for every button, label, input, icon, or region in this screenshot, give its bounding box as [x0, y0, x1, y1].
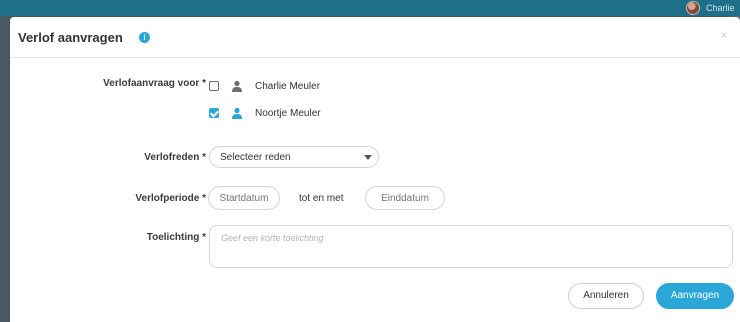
explanation-textarea[interactable]: Geef een korte toelichting [209, 225, 733, 268]
explanation-placeholder: Geef een korte toelichting [221, 233, 324, 243]
cancel-button[interactable]: Annuleren [568, 283, 644, 309]
checkbox-noortje-meuler[interactable] [209, 108, 219, 118]
explanation-label: Toelichting * [146, 232, 206, 243]
avatar[interactable] [686, 1, 700, 15]
start-date-input[interactable] [208, 186, 280, 210]
modal-title: Verlof aanvragen [18, 30, 123, 45]
person-name-noortje[interactable]: Noortje Meuler [255, 108, 321, 119]
app-topbar [0, 0, 740, 16]
reason-select[interactable]: Selecteer reden [209, 146, 379, 168]
user-name[interactable]: Charlie [706, 3, 735, 13]
info-icon[interactable]: i [139, 32, 150, 43]
user-menu[interactable]: Charlie [680, 0, 740, 16]
modal-header: Verlof aanvragen i × [10, 17, 740, 58]
reason-label: Verlofreden * [144, 152, 206, 163]
caret-down-icon [364, 155, 372, 160]
submit-button[interactable]: Aanvragen [656, 283, 734, 309]
leave-request-modal: Verlof aanvragen i × Verlofaanvraag voor… [10, 17, 740, 322]
person-name-charlie[interactable]: Charlie Meuler [255, 81, 320, 92]
person-icon [232, 107, 242, 119]
reason-select-value: Selecteer reden [220, 152, 291, 163]
checkbox-charlie-meuler[interactable] [209, 81, 219, 91]
period-label: Verlofperiode * [135, 193, 206, 204]
period-separator: tot en met [299, 193, 344, 204]
end-date-input[interactable] [365, 186, 445, 210]
request-for-label: Verlofaanvraag voor * [103, 78, 206, 89]
close-icon[interactable]: × [718, 29, 730, 41]
person-icon [232, 80, 242, 92]
